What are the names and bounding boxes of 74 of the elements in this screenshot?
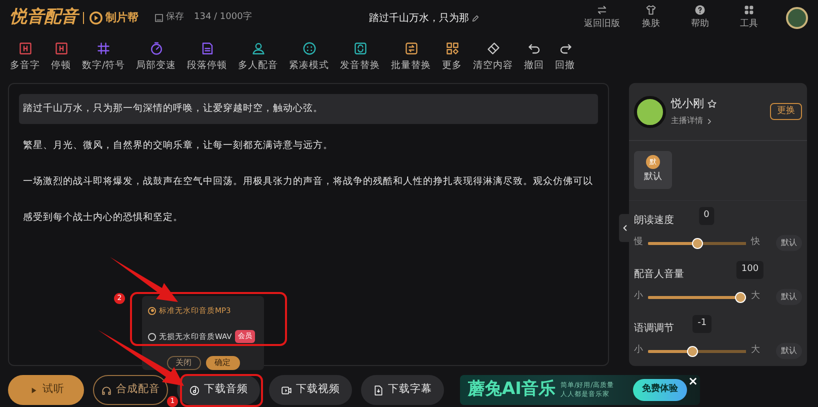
header-action[interactable]: 工具 — [727, 4, 771, 32]
document-title: 踏过千山万水，只为那 — [368, 12, 469, 26]
toolbar-item[interactable]: 发音替换 — [340, 40, 380, 74]
slider-thumb[interactable] — [735, 292, 746, 302]
close-button[interactable]: × — [688, 375, 698, 387]
slider-max-label: 大 — [751, 290, 760, 304]
bottom-button[interactable]: 下载音频 — [177, 375, 260, 405]
toolbar-item[interactable]: 清空内容 — [473, 40, 514, 74]
voice-avatar — [634, 96, 666, 128]
toolbar-item[interactable]: 局部变速 — [136, 40, 176, 74]
toolbar-item[interactable]: 撤回 — [524, 40, 544, 74]
toolbar-item[interactable]: 紧凑模式 — [289, 40, 330, 74]
shirt-icon — [645, 4, 657, 16]
grid-icon — [743, 4, 755, 16]
slider-value-tooltip: 0 — [698, 207, 714, 224]
paragraph[interactable]: 踏过千山万水，只为那一句深情的呼唤，让爱穿越时空，触动心弦。 — [19, 94, 598, 124]
slider-max-label: 快 — [751, 236, 760, 250]
toolbar-item[interactable]: 批量替换 — [391, 40, 432, 74]
disc-icon — [189, 384, 200, 396]
slider-label: 语调调节 — [634, 323, 674, 334]
toolbar-item[interactable]: 数字/符号 — [82, 40, 126, 74]
swap-icon — [596, 4, 608, 16]
chevron-left-icon — [620, 224, 628, 232]
header-action[interactable]: 返回旧版 — [580, 4, 624, 32]
paragraph[interactable]: 繁星、月光、微风，自然界的交响乐章，让每一刻都充满诗意与远方。 — [19, 128, 598, 164]
slider-max-label: 大 — [751, 344, 760, 358]
help-icon — [694, 4, 706, 16]
toolbar-item[interactable]: 多音字 — [10, 40, 40, 74]
toolbar-item[interactable]: 回撤 — [555, 40, 576, 74]
headphones-icon — [101, 384, 112, 396]
trial-button[interactable]: 免费体验 — [633, 379, 687, 401]
slider-thumb[interactable] — [687, 346, 698, 356]
file-icon — [373, 384, 384, 396]
user-avatar[interactable] — [786, 7, 808, 29]
chevron-right-icon — [706, 118, 712, 124]
bottom-button[interactable]: 下载字幕 — [361, 375, 444, 405]
slider-min-label: 小 — [634, 344, 643, 358]
slider-value-tooltip: -1 — [692, 315, 712, 332]
reset-button[interactable]: 默认 — [776, 235, 802, 251]
header-action[interactable]: 帮助 — [678, 4, 722, 32]
arrow — [110, 257, 178, 302]
toolbar-item[interactable]: 段落停顿 — [187, 40, 228, 74]
pencil-icon — [471, 14, 480, 22]
reset-button[interactable]: 默认 — [776, 289, 802, 305]
collapse-tab[interactable] — [619, 214, 630, 242]
logo-icon — [89, 11, 103, 25]
bottom-button[interactable]: 下载视频 — [269, 375, 352, 405]
ad-title: 蘑兔AI音乐 — [468, 378, 556, 402]
star-icon — [706, 99, 716, 110]
save-icon — [154, 13, 164, 23]
paragraph[interactable]: 一场激烈的战斗即将爆发，战鼓声在空气中回荡。用极具张力的声音，将战争的残酷和人性的挣扎表现得淋漓尽致。观众仿佛可以感受到每个战士内心的恐惧和坚定。 — [19, 164, 598, 236]
toolbar-item[interactable]: 多人配音 — [238, 40, 278, 74]
brand-name: 制片帮 — [106, 10, 138, 26]
slider-min-label: 小 — [634, 290, 643, 304]
slider-value-tooltip: 100 — [736, 261, 764, 278]
slider-thumb[interactable] — [692, 238, 702, 248]
toolbar-item[interactable]: 更多 — [442, 40, 462, 74]
save-button[interactable]: 保存 — [154, 11, 184, 25]
radio-button[interactable] — [148, 306, 156, 315]
change-button[interactable]: 更换 — [770, 102, 802, 120]
video-icon — [281, 384, 292, 396]
bottom-button[interactable]: 试听 — [8, 375, 84, 405]
popup-button[interactable]: 确定 — [206, 356, 240, 370]
character-count: 134 / 1000字 — [194, 11, 252, 24]
logo-text: 悦音配音 — [10, 6, 78, 30]
radio-button[interactable] — [148, 332, 156, 340]
voice-name: 悦小刚 — [671, 96, 704, 112]
toolbar-item[interactable]: 停顿 — [51, 40, 71, 74]
anchor-detail-link[interactable]: 主播详情 — [671, 115, 716, 127]
reset-button[interactable]: 默认 — [776, 343, 802, 359]
header-action[interactable]: 换肤 — [629, 4, 673, 32]
slider-label: 配音人音量 — [634, 269, 684, 280]
slider-min-label: 慢 — [634, 236, 643, 250]
slider-label: 朗读速度 — [634, 215, 674, 226]
